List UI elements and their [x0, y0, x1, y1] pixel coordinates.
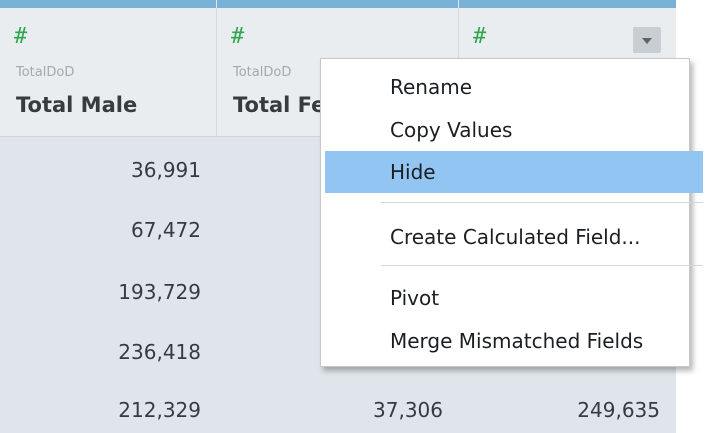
column-total-male[interactable]: # TotalDoD Total Male — [0, 0, 216, 433]
table-cell: 236,418 — [118, 340, 201, 364]
menu-item-label: Copy Values — [390, 118, 513, 142]
column-accent-bar — [0, 0, 216, 8]
menu-separator — [381, 265, 703, 266]
column-origin-label: TotalDoD — [233, 65, 292, 80]
table-cell: 193,729 — [118, 280, 201, 304]
number-hash-icon: # — [473, 24, 487, 49]
table-cell: 212,329 — [118, 398, 201, 422]
column-title: Total Fe — [233, 93, 321, 117]
menu-item-pivot[interactable]: Pivot — [325, 277, 703, 319]
menu-item-rename[interactable]: Rename — [325, 66, 703, 108]
column-menu-button[interactable] — [633, 27, 661, 53]
menu-item-create-calculated-field[interactable]: Create Calculated Field... — [325, 216, 703, 258]
table-cell: 249,635 — [577, 398, 660, 422]
menu-item-label: Pivot — [390, 286, 440, 310]
column-context-menu: Rename Copy Values Hide Create Calculate… — [320, 58, 703, 367]
column-title: Total Male — [16, 93, 138, 117]
table-cell: 37,306 — [373, 398, 443, 422]
menu-item-merge-mismatched-fields[interactable]: Merge Mismatched Fields — [325, 320, 703, 362]
table-cell: 36,991 — [131, 158, 201, 182]
menu-item-label: Rename — [390, 75, 473, 99]
chevron-down-icon — [642, 38, 652, 44]
menu-item-label: Create Calculated Field... — [390, 225, 641, 249]
column-divider[interactable] — [216, 8, 217, 136]
column-header[interactable]: # TotalDoD Total Male — [0, 8, 216, 136]
menu-item-label: Merge Mismatched Fields — [390, 329, 644, 353]
menu-item-label: Hide — [390, 160, 436, 184]
menu-item-copy-values[interactable]: Copy Values — [325, 109, 703, 151]
column-accent-bar — [217, 0, 458, 8]
menu-separator — [381, 202, 703, 203]
number-hash-icon: # — [14, 24, 28, 49]
menu-item-hide[interactable]: Hide — [325, 151, 703, 193]
number-hash-icon: # — [231, 24, 245, 49]
column-origin-label: TotalDoD — [16, 65, 75, 80]
table-cell: 67,472 — [131, 218, 201, 242]
column-accent-bar — [459, 0, 676, 8]
